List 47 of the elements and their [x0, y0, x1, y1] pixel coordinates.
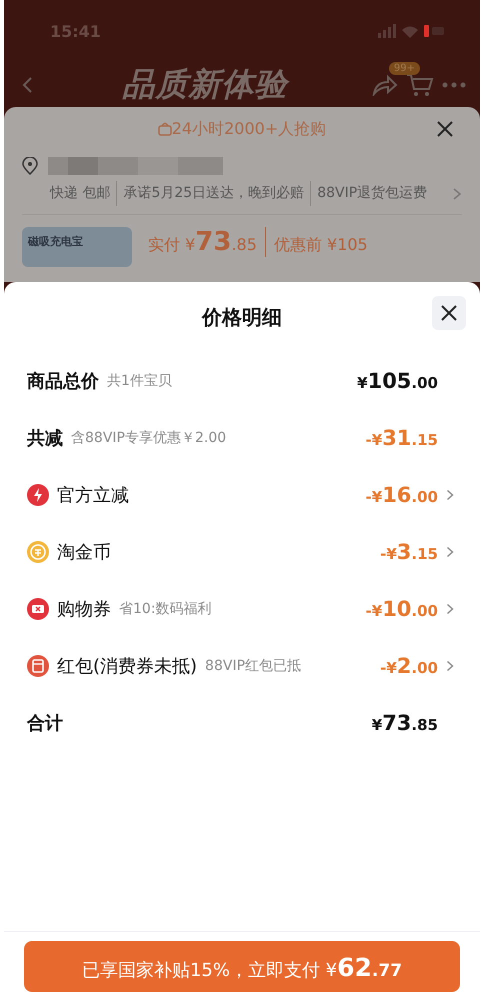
shipping-info: 88VIP退货包运费: [310, 181, 434, 206]
chevron-icon[interactable]: [446, 546, 454, 558]
row-note: 省10:数码福利: [119, 600, 212, 618]
row-label: 合计: [27, 712, 63, 734]
row-label: 淘金币: [57, 540, 111, 564]
promo-text: 24小时2000+人抢购: [172, 118, 326, 140]
location-icon: [22, 157, 38, 175]
close-button[interactable]: [432, 296, 466, 330]
close-icon: [441, 305, 457, 321]
row-amount: ¥73.85: [372, 710, 438, 734]
chevron-icon[interactable]: [446, 602, 454, 614]
bag-icon: [158, 122, 172, 136]
banner-title: 品质新体验: [46, 62, 364, 106]
row-label: 官方立减: [57, 484, 129, 506]
row-amount: -¥31.15: [366, 426, 438, 450]
row-label: 红包(消费券未抵): [57, 654, 198, 678]
envelope-icon: [27, 654, 49, 676]
row-label: 商品总价: [27, 370, 99, 392]
paid-price: 实付 ¥73.85: [148, 227, 266, 257]
wifi-icon: [402, 24, 418, 38]
signal-icon: [378, 24, 396, 38]
row-note: 含88VIP专享优惠￥2.00: [71, 428, 226, 446]
chevron-icon[interactable]: [446, 660, 454, 672]
row-amount: -¥16.00: [366, 482, 438, 506]
shipping-info: 承诺5月25日送达，晚到必赔: [116, 181, 310, 206]
row-note: 共1件宝贝: [107, 372, 172, 390]
row-amount: -¥10.00: [366, 596, 438, 620]
row-note: 88VIP红包已抵: [205, 656, 302, 674]
chevron-icon[interactable]: [452, 187, 462, 201]
ticket-icon: [27, 598, 49, 620]
row-label: 购物券: [57, 598, 111, 620]
shipping-info: 快递 包邮: [48, 184, 112, 203]
close-icon[interactable]: [436, 120, 454, 138]
row-amount: -¥2.00: [380, 654, 438, 678]
coin-icon: [27, 540, 49, 562]
row-amount: -¥3.15: [380, 540, 438, 564]
product-thumbnail: 磁吸充电宝: [22, 227, 132, 267]
sheet-title: 价格明细: [202, 304, 282, 330]
lightning-icon: [27, 484, 49, 506]
more-icon[interactable]: [442, 82, 466, 88]
row-amount: ¥105.00: [357, 368, 438, 392]
share-icon[interactable]: [372, 74, 398, 96]
chevron-icon[interactable]: [446, 488, 454, 500]
pay-button[interactable]: 已享国家补贴15%，立即支付 ¥62.77: [24, 941, 460, 992]
battery-icon: [424, 25, 444, 37]
original-price: 优惠前 ¥105: [274, 235, 368, 256]
row-label: 共减: [27, 426, 63, 450]
